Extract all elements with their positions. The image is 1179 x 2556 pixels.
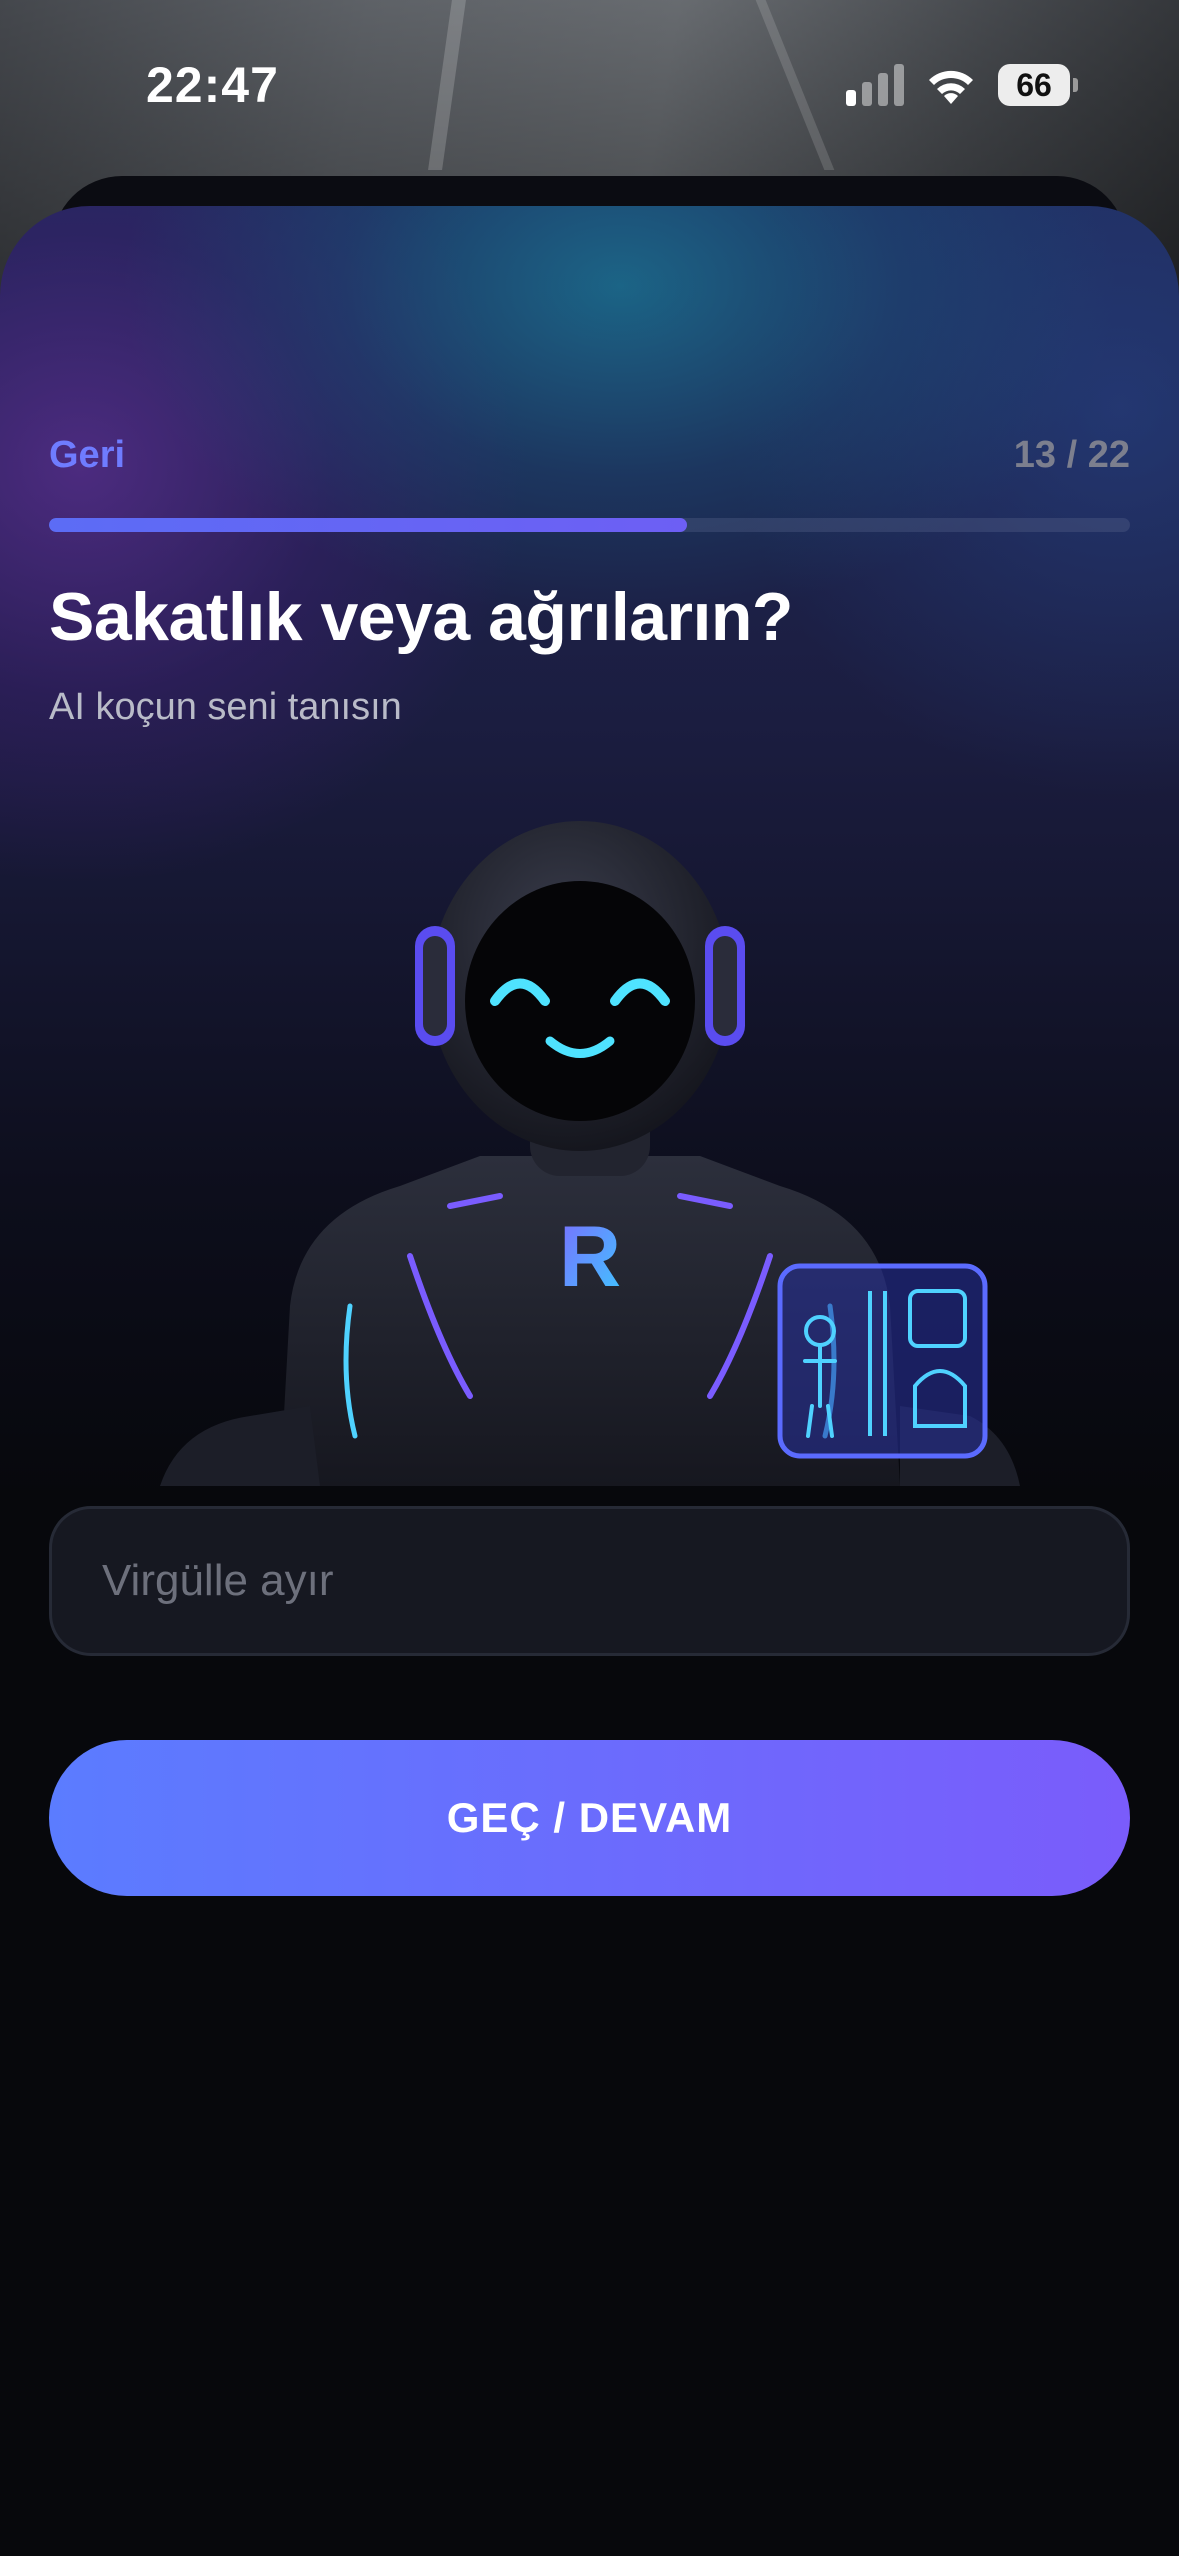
question-subtitle: AI koçun seni tanısın	[49, 686, 402, 728]
progress-bar	[49, 518, 1130, 532]
wifi-icon	[929, 70, 973, 104]
cellular-signal-icon	[846, 64, 904, 106]
battery-tip	[1073, 78, 1078, 92]
injuries-input[interactable]	[49, 1506, 1130, 1656]
battery-icon: 66	[998, 64, 1078, 106]
status-bar: 22:47 66	[0, 0, 1179, 176]
progress-counter: 13 / 22	[1013, 434, 1130, 476]
screen: 22:47 66 Geri 13 / 22 Sakatlık veya ağrı…	[0, 0, 1179, 2556]
progress-bar-fill	[49, 518, 687, 532]
chest-logo: R	[559, 1209, 621, 1305]
battery-level: 66	[998, 64, 1070, 106]
ai-coach-robot-illustration: R	[160, 821, 1020, 1486]
onboarding-sheet: Geri 13 / 22 Sakatlık veya ağrıların? AI…	[0, 206, 1179, 2556]
back-button[interactable]: Geri	[49, 434, 125, 477]
question-title: Sakatlık veya ağrıların?	[49, 579, 793, 655]
skip-continue-button[interactable]: GEÇ / DEVAM	[49, 1740, 1130, 1896]
status-time: 22:47	[146, 57, 279, 113]
